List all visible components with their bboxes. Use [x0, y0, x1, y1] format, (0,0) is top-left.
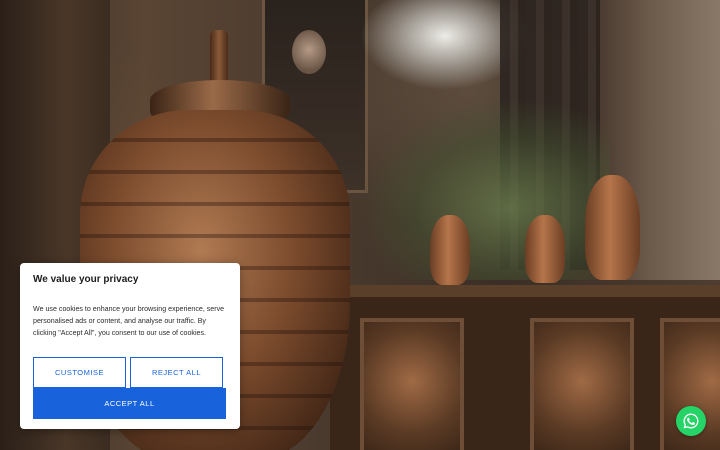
cookie-banner-message: We use cookies to enhance your browsing … [33, 305, 225, 337]
whatsapp-icon [683, 413, 699, 429]
small-vase [430, 215, 470, 285]
cookie-banner-title: We value your privacy [33, 274, 139, 285]
cookie-consent-banner: We value your privacy We use cookies to … [20, 263, 240, 429]
small-vase [525, 215, 565, 283]
portrait-face [292, 30, 326, 74]
accept-all-button[interactable]: ACCEPT ALL [33, 388, 226, 419]
cookie-button-row: CUSTOMISE REJECT ALL [33, 357, 227, 388]
sideboard-door [530, 318, 634, 450]
reject-all-button[interactable]: REJECT ALL [130, 357, 223, 388]
plant [360, 100, 610, 280]
sideboard-door [360, 318, 464, 450]
small-vase [585, 175, 640, 280]
customise-button[interactable]: CUSTOMISE [33, 357, 126, 388]
whatsapp-chat-button[interactable] [676, 406, 706, 436]
